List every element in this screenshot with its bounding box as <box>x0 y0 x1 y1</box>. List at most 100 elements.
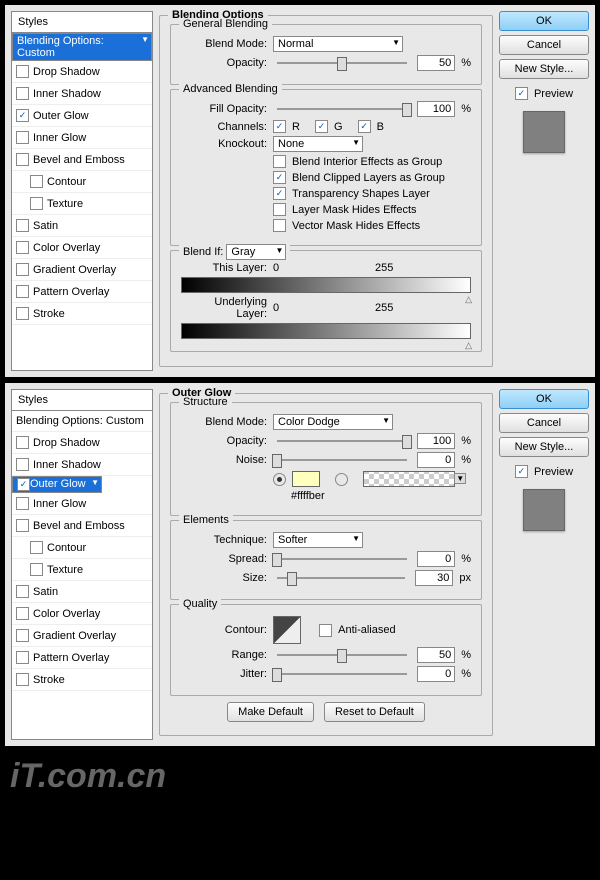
technique-select[interactable]: Softer <box>273 532 363 548</box>
checkbox-icon[interactable] <box>16 497 29 510</box>
checkbox-icon[interactable] <box>16 629 29 642</box>
style-blending-options[interactable]: Blending Options: Custom <box>12 33 152 61</box>
jitter-slider[interactable] <box>277 673 407 675</box>
checkbox-icon[interactable] <box>16 458 29 471</box>
this-layer-gradient[interactable]: △ <box>181 277 471 293</box>
underlying-layer-gradient[interactable]: △ <box>181 323 471 339</box>
technique-label: Technique: <box>181 534 267 546</box>
style-pattern-overlay[interactable]: Pattern Overlay <box>12 281 152 303</box>
gradient-picker[interactable] <box>363 471 455 487</box>
range-slider[interactable] <box>277 654 407 656</box>
fill-opacity-slider[interactable] <box>277 108 407 110</box>
checkbox-icon[interactable] <box>16 607 29 620</box>
checkbox-icon[interactable] <box>16 131 29 144</box>
noise-slider[interactable] <box>277 459 407 461</box>
opacity-slider[interactable] <box>277 62 407 64</box>
blend-mode-select[interactable]: Normal <box>273 36 403 52</box>
style-texture[interactable]: Texture <box>12 193 152 215</box>
knockout-select[interactable]: None <box>273 136 363 152</box>
size-slider[interactable] <box>277 577 405 579</box>
style-contour[interactable]: Contour <box>12 537 152 559</box>
vector-mask-hides-checkbox[interactable] <box>273 219 286 232</box>
style-inner-shadow[interactable]: Inner Shadow <box>12 83 152 105</box>
checkbox-icon[interactable] <box>16 263 29 276</box>
blend-mode-select[interactable]: Color Dodge <box>273 414 393 430</box>
style-drop-shadow[interactable]: Drop Shadow <box>12 61 152 83</box>
noise-input[interactable]: 0 <box>417 452 455 468</box>
ok-button[interactable]: OK <box>499 11 589 31</box>
style-inner-shadow[interactable]: Inner Shadow <box>12 454 152 476</box>
size-input[interactable]: 30 <box>415 570 453 586</box>
style-inner-glow[interactable]: Inner Glow <box>12 127 152 149</box>
style-outer-glow[interactable]: ✓Outer Glow <box>12 105 152 127</box>
channel-g-checkbox[interactable]: ✓ <box>315 120 328 133</box>
checkbox-icon[interactable] <box>30 175 43 188</box>
channel-b-checkbox[interactable]: ✓ <box>358 120 371 133</box>
style-blending-options[interactable]: Blending Options: Custom <box>12 411 152 432</box>
style-gradient-overlay[interactable]: Gradient Overlay <box>12 625 152 647</box>
transparency-shapes-checkbox[interactable]: ✓ <box>273 187 286 200</box>
checkbox-icon[interactable] <box>16 673 29 686</box>
anti-aliased-checkbox[interactable] <box>319 624 332 637</box>
style-color-overlay[interactable]: Color Overlay <box>12 237 152 259</box>
range-input[interactable]: 50 <box>417 647 455 663</box>
style-stroke[interactable]: Stroke <box>12 303 152 325</box>
contour-picker[interactable] <box>273 616 301 644</box>
jitter-input[interactable]: 0 <box>417 666 455 682</box>
checkbox-icon[interactable] <box>16 519 29 532</box>
style-satin[interactable]: Satin <box>12 215 152 237</box>
blend-clipped-checkbox[interactable]: ✓ <box>273 171 286 184</box>
spread-slider[interactable] <box>277 558 407 560</box>
advanced-blending-group: Advanced Blending Fill Opacity:100% Chan… <box>170 89 482 246</box>
opacity-input[interactable]: 50 <box>417 55 455 71</box>
channel-r-checkbox[interactable]: ✓ <box>273 120 286 133</box>
style-stroke[interactable]: Stroke <box>12 669 152 691</box>
style-satin[interactable]: Satin <box>12 581 152 603</box>
reset-default-button[interactable]: Reset to Default <box>324 702 425 722</box>
style-contour[interactable]: Contour <box>12 171 152 193</box>
checkbox-icon[interactable] <box>16 651 29 664</box>
checkbox-icon[interactable] <box>30 197 43 210</box>
checkbox-icon[interactable] <box>16 153 29 166</box>
checkbox-icon[interactable] <box>16 241 29 254</box>
opacity-input[interactable]: 100 <box>417 433 455 449</box>
make-default-button[interactable]: Make Default <box>227 702 314 722</box>
checkbox-icon[interactable] <box>30 563 43 576</box>
blend-interior-checkbox[interactable] <box>273 155 286 168</box>
checkbox-icon[interactable] <box>16 585 29 598</box>
style-gradient-overlay[interactable]: Gradient Overlay <box>12 259 152 281</box>
gradient-radio[interactable] <box>335 473 348 486</box>
new-style-button[interactable]: New Style... <box>499 59 589 79</box>
spread-input[interactable]: 0 <box>417 551 455 567</box>
fill-opacity-input[interactable]: 100 <box>417 101 455 117</box>
style-inner-glow[interactable]: Inner Glow <box>12 493 152 515</box>
cancel-button[interactable]: Cancel <box>499 413 589 433</box>
style-color-overlay[interactable]: Color Overlay <box>12 603 152 625</box>
style-pattern-overlay[interactable]: Pattern Overlay <box>12 647 152 669</box>
percent-label: % <box>461 57 471 69</box>
cancel-button[interactable]: Cancel <box>499 35 589 55</box>
opacity-slider[interactable] <box>277 440 407 442</box>
ok-button[interactable]: OK <box>499 389 589 409</box>
checkbox-icon[interactable] <box>16 307 29 320</box>
preview-checkbox[interactable]: ✓ <box>515 87 528 100</box>
new-style-button[interactable]: New Style... <box>499 437 589 457</box>
checkbox-icon[interactable]: ✓ <box>17 478 30 491</box>
style-texture[interactable]: Texture <box>12 559 152 581</box>
style-drop-shadow[interactable]: Drop Shadow <box>12 432 152 454</box>
checkbox-icon[interactable]: ✓ <box>16 109 29 122</box>
checkbox-icon[interactable] <box>16 436 29 449</box>
style-outer-glow[interactable]: ✓Outer Glow <box>12 476 102 493</box>
checkbox-icon[interactable] <box>16 285 29 298</box>
style-bevel-emboss[interactable]: Bevel and Emboss <box>12 149 152 171</box>
color-swatch[interactable] <box>292 471 320 487</box>
style-bevel-emboss[interactable]: Bevel and Emboss <box>12 515 152 537</box>
blend-if-select[interactable]: Gray <box>226 244 286 260</box>
checkbox-icon[interactable] <box>16 87 29 100</box>
checkbox-icon[interactable] <box>16 219 29 232</box>
checkbox-icon[interactable] <box>30 541 43 554</box>
color-radio[interactable] <box>273 473 286 486</box>
layer-mask-hides-checkbox[interactable] <box>273 203 286 216</box>
checkbox-icon[interactable] <box>16 65 29 78</box>
preview-checkbox[interactable]: ✓ <box>515 465 528 478</box>
